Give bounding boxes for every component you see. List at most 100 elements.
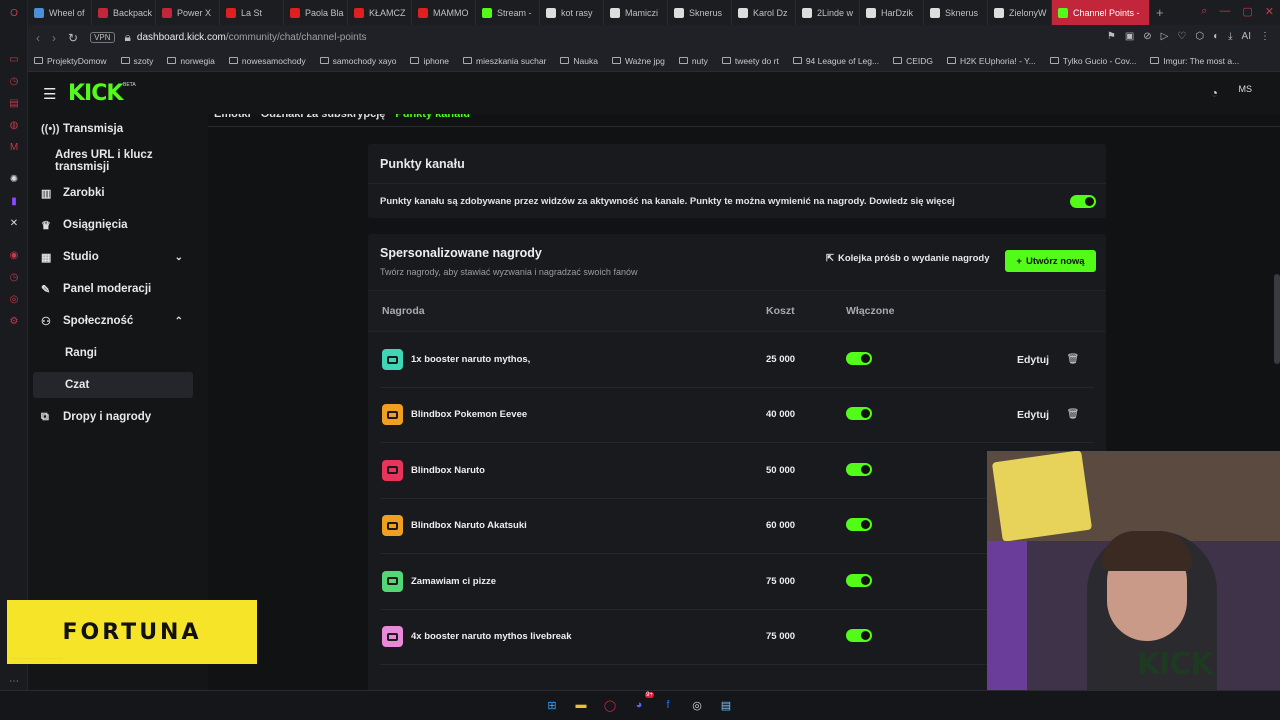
- facebook-icon[interactable]: f: [659, 696, 677, 714]
- twitch-icon[interactable]: ▮: [7, 194, 21, 208]
- browser-tab[interactable]: HarDzik: [860, 0, 924, 25]
- bookmark-item[interactable]: nowesamochody: [228, 56, 306, 66]
- clock-icon[interactable]: ◷: [7, 270, 21, 284]
- browser-tab[interactable]: Karol Dz: [732, 0, 796, 25]
- create-reward-button[interactable]: + Utwórz nową: [1005, 250, 1096, 272]
- sidebar-item-stream-key[interactable]: Adres URL i klucz transmisji: [33, 148, 193, 174]
- browser-tab[interactable]: Wheel of: [28, 0, 92, 25]
- edit-reward-button[interactable]: Edytuj: [1008, 347, 1058, 373]
- opera-taskbar-icon[interactable]: ◯: [601, 696, 619, 714]
- browser-tab[interactable]: La St: [220, 0, 284, 25]
- search-tabs-icon[interactable]: ⌕: [1201, 5, 1207, 18]
- bookmark-item[interactable]: Tylko Gucio - Cov...: [1049, 56, 1136, 66]
- bookmark-item[interactable]: nuty: [678, 56, 708, 66]
- lock-icon[interactable]: 🔒︎: [125, 30, 131, 45]
- new-tab-icon[interactable]: +: [1150, 5, 1170, 20]
- tab-emotki[interactable]: Emotki: [214, 114, 251, 126]
- bookmark-item[interactable]: szoty: [120, 56, 153, 66]
- notepad-icon[interactable]: ▤: [717, 696, 735, 714]
- x-icon[interactable]: ✕: [7, 216, 21, 230]
- speed-dial-icon[interactable]: ◎: [7, 292, 21, 306]
- sidebar-item-zarobki[interactable]: ▥ Zarobki: [33, 180, 193, 206]
- close-window-icon[interactable]: ✕: [1265, 5, 1274, 18]
- reward-enabled-toggle[interactable]: [846, 462, 872, 476]
- file-explorer-icon[interactable]: ▬: [572, 696, 590, 714]
- bookmark-item[interactable]: Ważne jpg: [611, 56, 665, 66]
- discord-icon[interactable]: ◕ 9+: [630, 692, 654, 714]
- bookmark-item[interactable]: Nauka: [560, 56, 598, 66]
- maximize-icon[interactable]: ▢: [1242, 5, 1252, 18]
- sidebar-item-czat[interactable]: Czat: [33, 372, 193, 398]
- redemption-queue-button[interactable]: ⇱ Kolejka próśb o wydanie nagrody: [826, 253, 989, 264]
- kick-logo[interactable]: KICK: [68, 81, 123, 106]
- browser-tab[interactable]: Sknerus: [924, 0, 988, 25]
- sidebar-item-dropy[interactable]: ⧉ Dropy i nagrody: [33, 404, 193, 430]
- trash-icon[interactable]: 🗑︎: [1067, 408, 1080, 420]
- bookmark-item[interactable]: mieszkania suchar: [463, 56, 546, 66]
- sidebar-item-studio[interactable]: ▦ Studio ⌄: [33, 244, 193, 270]
- back-icon[interactable]: ‹: [36, 31, 40, 45]
- bookmark-item[interactable]: tweety do rt: [721, 56, 779, 66]
- bookmark-item[interactable]: 94 League of Leg...: [792, 56, 879, 66]
- reload-icon[interactable]: ↻: [68, 31, 78, 45]
- browser-tab[interactable]: ZielonyW: [988, 0, 1052, 25]
- bookmark-item[interactable]: ProjektyDomow: [34, 56, 107, 66]
- sidebar-item-rangi[interactable]: Rangi: [33, 340, 193, 366]
- windows-start-icon[interactable]: ⊞: [543, 696, 561, 714]
- bookmark-item[interactable]: norwegia: [167, 56, 215, 66]
- avatar[interactable]: MS: [1239, 84, 1253, 94]
- download-icon[interactable]: ⤓: [1228, 31, 1232, 42]
- browser-tab[interactable]: Backpack: [92, 0, 156, 25]
- player-icon[interactable]: ◉: [7, 248, 21, 262]
- profile-icon[interactable]: ◐: [1213, 31, 1219, 42]
- sidebar-item-panel-moderacji[interactable]: ✎ Panel moderacji: [33, 276, 193, 302]
- browser-tab[interactable]: Power X: [156, 0, 220, 25]
- bookmark-item[interactable]: samochody xayo: [319, 56, 396, 66]
- browser-tab[interactable]: 2Linde w: [796, 0, 860, 25]
- browser-tab[interactable]: Stream -: [476, 0, 540, 25]
- hamburger-menu-icon[interactable]: ☰: [43, 85, 56, 103]
- browser-tab[interactable]: KŁAMCZ: [348, 0, 412, 25]
- settings-icon[interactable]: ⚙: [7, 314, 21, 328]
- minimize-icon[interactable]: —: [1219, 5, 1230, 18]
- heart-icon[interactable]: ♡: [1177, 31, 1186, 42]
- vpn-badge[interactable]: VPN: [90, 32, 115, 43]
- bookmark-item[interactable]: Imgur: The most a...: [1150, 56, 1239, 66]
- page-scrollbar[interactable]: [1274, 274, 1280, 364]
- browser-tab[interactable]: Sknerus: [668, 0, 732, 25]
- menu-icon[interactable]: ⋮: [1260, 31, 1270, 42]
- reward-enabled-toggle[interactable]: [846, 407, 872, 421]
- browser-tab[interactable]: Channel Points -: [1052, 0, 1150, 25]
- bookmark-item[interactable]: H2K EUphoria! - Y...: [947, 56, 1036, 66]
- reward-enabled-toggle[interactable]: [846, 629, 872, 642]
- opera-logo-icon[interactable]: O: [7, 6, 21, 20]
- sidebar-item-osiagniecia[interactable]: ♛ Osiągnięcia: [33, 212, 193, 238]
- screenshot-icon[interactable]: ▣: [1125, 31, 1134, 42]
- bookmark-icon[interactable]: ⚑: [1107, 31, 1116, 42]
- browser-tab[interactable]: Paola Bla: [284, 0, 348, 25]
- block-icon[interactable]: ⊘: [1143, 31, 1151, 42]
- bookmark-item[interactable]: CEIDG: [893, 56, 933, 66]
- mail-icon[interactable]: ▭: [7, 52, 21, 66]
- forward-icon[interactable]: ›: [52, 31, 56, 45]
- video-icon[interactable]: ▷: [1161, 31, 1169, 42]
- reward-enabled-toggle[interactable]: [846, 573, 872, 587]
- browser-tab[interactable]: MAMMO: [412, 0, 476, 25]
- reward-enabled-toggle[interactable]: [846, 518, 872, 532]
- browser-tab[interactable]: Mamiczi: [604, 0, 668, 25]
- obs-icon[interactable]: ◎: [688, 696, 706, 714]
- gmail-icon[interactable]: M: [7, 140, 21, 154]
- reward-enabled-toggle[interactable]: [846, 352, 872, 365]
- edit-reward-button[interactable]: Edytuj: [1008, 402, 1058, 428]
- bookmark-item[interactable]: iphone: [410, 56, 449, 66]
- history-icon[interactable]: ◷: [7, 74, 21, 88]
- trash-icon[interactable]: 🗑︎: [1067, 353, 1080, 365]
- url-field[interactable]: dashboard.kick.com/community/chat/channe…: [137, 32, 367, 43]
- browser-tab[interactable]: kot rasy: [540, 0, 604, 25]
- ai-button[interactable]: AI: [1242, 31, 1251, 42]
- tab-odznaki[interactable]: Odznaki za subskrypcję: [261, 114, 386, 126]
- chatgpt-icon[interactable]: ✺: [7, 172, 21, 186]
- sidebar-item-spolecznosc[interactable]: ⚇ Społeczność ⌃: [33, 308, 193, 334]
- messenger-icon[interactable]: ◍: [7, 118, 21, 132]
- channel-points-toggle[interactable]: [1070, 195, 1096, 208]
